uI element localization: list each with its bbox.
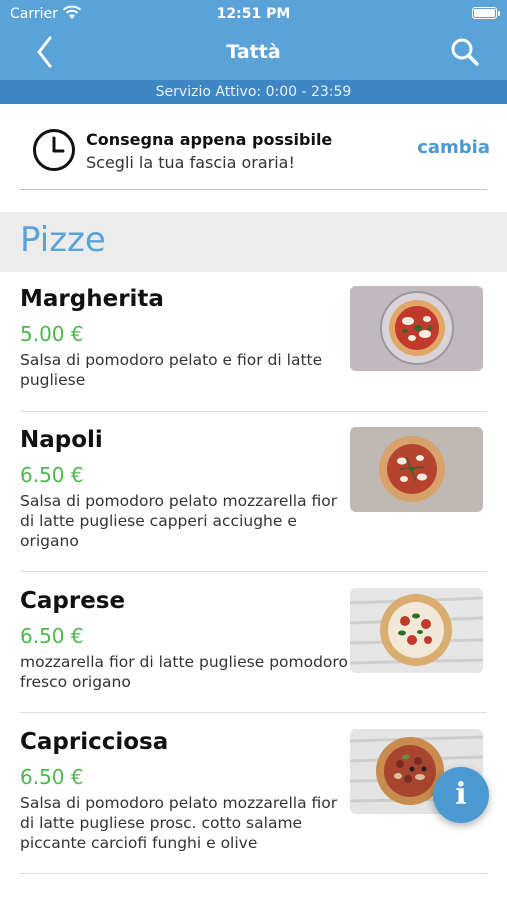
item-name: Capricciosa <box>20 729 169 755</box>
battery-icon <box>472 7 500 19</box>
menu-item-margherita[interactable]: Margherita 5.00 € Salsa di pomodoro pela… <box>0 286 507 406</box>
divider <box>20 411 487 412</box>
status-time: 12:51 PM <box>216 6 291 22</box>
item-price: 6.50 € <box>20 463 84 487</box>
divider <box>20 873 487 874</box>
menu-item-capricciosa[interactable]: Capricciosa 6.50 € Salsa di pomodoro pel… <box>0 729 507 869</box>
item-name: Napoli <box>20 427 103 453</box>
divider <box>20 571 487 572</box>
search-button[interactable] <box>449 36 481 68</box>
pizza-image <box>350 588 483 673</box>
app-header: Carrier 12:51 PM Tattà <box>0 0 507 80</box>
item-price: 6.50 € <box>20 765 84 789</box>
info-icon: i <box>455 777 467 812</box>
item-description: mozzarella fior di latte pugliese pomodo… <box>20 653 348 691</box>
delivery-title: Consegna appena possibile <box>86 130 333 149</box>
page-title: Tattà <box>226 41 281 63</box>
clock-icon <box>33 129 75 171</box>
pizza-image <box>350 427 483 512</box>
info-button[interactable]: i <box>433 767 489 823</box>
divider <box>20 189 487 190</box>
item-price: 5.00 € <box>20 322 84 346</box>
delivery-subtitle: Scegli la tua fascia oraria! <box>86 153 295 172</box>
divider <box>20 712 487 713</box>
menu-item-napoli[interactable]: Napoli 6.50 € Salsa di pomodoro pelato m… <box>0 427 507 567</box>
pizza-image <box>350 286 483 371</box>
category-title: Pizze <box>20 220 106 260</box>
service-hours-bar: Servizio Attivo: 0:00 - 23:59 <box>0 80 507 104</box>
item-description: Salsa di pomodoro pelato mozzarella fior… <box>20 492 338 550</box>
item-description: Salsa di pomodoro pelato mozzarella fior… <box>20 794 338 852</box>
menu-item-caprese[interactable]: Caprese 6.50 € mozzarella fior di latte … <box>0 588 507 708</box>
search-icon <box>451 38 479 66</box>
change-time-link[interactable]: cambia <box>417 137 490 158</box>
item-name: Margherita <box>20 286 164 312</box>
item-price: 6.50 € <box>20 624 84 648</box>
item-name: Caprese <box>20 588 126 614</box>
item-description: Salsa di pomodoro pelato e fior di latte… <box>20 351 323 389</box>
category-header: Pizze <box>0 212 507 272</box>
delivery-time-panel: Consegna appena possibile Scegli la tua … <box>0 104 507 192</box>
status-bar: Carrier 12:51 PM <box>0 0 507 28</box>
